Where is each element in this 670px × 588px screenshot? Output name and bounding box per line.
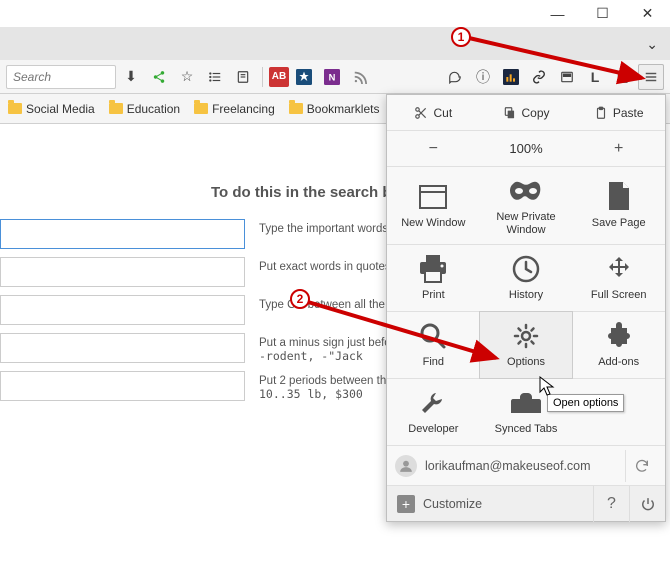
bookmark-star-icon[interactable]	[291, 64, 317, 90]
cut-button[interactable]: Cut	[387, 98, 480, 128]
folder-icon	[109, 103, 123, 114]
bookmark-folder[interactable]: Social Media	[8, 102, 95, 116]
search-field[interactable]	[0, 219, 245, 249]
search-input[interactable]	[6, 65, 116, 89]
folder-icon	[194, 103, 208, 114]
readinglist-icon[interactable]	[230, 64, 256, 90]
account-email: lorikaufman@makeuseof.com	[425, 459, 617, 473]
zoom-value: 100%	[480, 133, 573, 164]
cursor-icon	[539, 376, 555, 398]
hamburger-menu-panel: Cut Copy Paste − 100% + New Window New P…	[386, 94, 666, 522]
toolbar-separator	[262, 67, 263, 87]
new-window-button[interactable]: New Window	[387, 167, 480, 244]
callout-2: 2	[290, 289, 310, 309]
history-button[interactable]: History	[480, 245, 573, 311]
titlebar: — ☐ ✕	[0, 0, 670, 28]
search-field[interactable]	[0, 295, 245, 325]
options-button[interactable]: Options	[479, 311, 574, 379]
developer-button[interactable]: Developer	[387, 379, 480, 445]
footer-row: +Customize ?	[387, 485, 665, 521]
addons-button[interactable]: Add-ons	[572, 312, 665, 378]
synced-tabs-button[interactable]: Synced Tabs	[480, 379, 573, 445]
fullscreen-button[interactable]: Full Screen	[572, 245, 665, 311]
star-icon[interactable]: ☆	[174, 64, 200, 90]
plus-icon: +	[397, 495, 415, 513]
search-field[interactable]	[0, 257, 245, 287]
rss-icon[interactable]	[347, 64, 373, 90]
share-icon[interactable]	[146, 64, 172, 90]
search-box[interactable]	[6, 65, 116, 89]
panorama-icon[interactable]	[554, 64, 580, 90]
new-private-window-button[interactable]: New Private Window	[480, 167, 573, 244]
save-page-button[interactable]: Save Page	[572, 167, 665, 244]
account-row[interactable]: lorikaufman@makeuseof.com	[387, 445, 665, 485]
chevron-down-icon[interactable]: ⌄	[646, 36, 658, 53]
search-field[interactable]	[0, 333, 245, 363]
search-field[interactable]	[0, 371, 245, 401]
power-icon[interactable]	[629, 486, 665, 522]
close-button[interactable]: ✕	[625, 0, 670, 28]
copy-button[interactable]: Copy	[480, 98, 573, 128]
adblock-icon[interactable]: AB	[269, 67, 289, 87]
zoom-out-button[interactable]: −	[387, 132, 480, 166]
info-icon[interactable]: ⓘ	[470, 64, 496, 90]
print-button[interactable]: Print	[387, 245, 480, 311]
sync-icon[interactable]	[625, 450, 657, 482]
customize-button[interactable]: +Customize	[387, 495, 593, 513]
onenote-icon[interactable]: N	[319, 64, 345, 90]
paste-button[interactable]: Paste	[572, 98, 665, 128]
callout-1: 1	[451, 27, 471, 47]
tabstrip: ⌄	[0, 28, 670, 60]
letter-l-icon[interactable]: L	[582, 64, 608, 90]
bookmark-folder[interactable]: Freelancing	[194, 102, 275, 116]
download-icon[interactable]: ⬇	[118, 64, 144, 90]
avatar-icon	[395, 455, 417, 477]
help-icon[interactable]: ?	[593, 486, 629, 522]
tooltip: Open options	[547, 394, 624, 412]
maximize-button[interactable]: ☐	[580, 0, 625, 28]
chat-icon[interactable]	[442, 64, 468, 90]
zoom-in-button[interactable]: +	[572, 132, 665, 166]
empty-cell	[572, 379, 665, 445]
list-icon[interactable]	[202, 64, 228, 90]
bookmark-folder[interactable]: Education	[109, 102, 180, 116]
minimize-button[interactable]: —	[535, 0, 580, 28]
folder-icon	[289, 103, 303, 114]
svg-text:N: N	[329, 72, 336, 82]
bookmark-folder[interactable]: Bookmarklets	[289, 102, 380, 116]
copy-icon[interactable]	[610, 64, 636, 90]
link-icon[interactable]	[526, 64, 552, 90]
hamburger-menu-button[interactable]	[638, 64, 664, 90]
stats-icon[interactable]	[498, 64, 524, 90]
find-button[interactable]: Find	[387, 312, 480, 378]
folder-icon	[8, 103, 22, 114]
main-toolbar: ⬇ ☆ AB N ⓘ L	[0, 60, 670, 94]
